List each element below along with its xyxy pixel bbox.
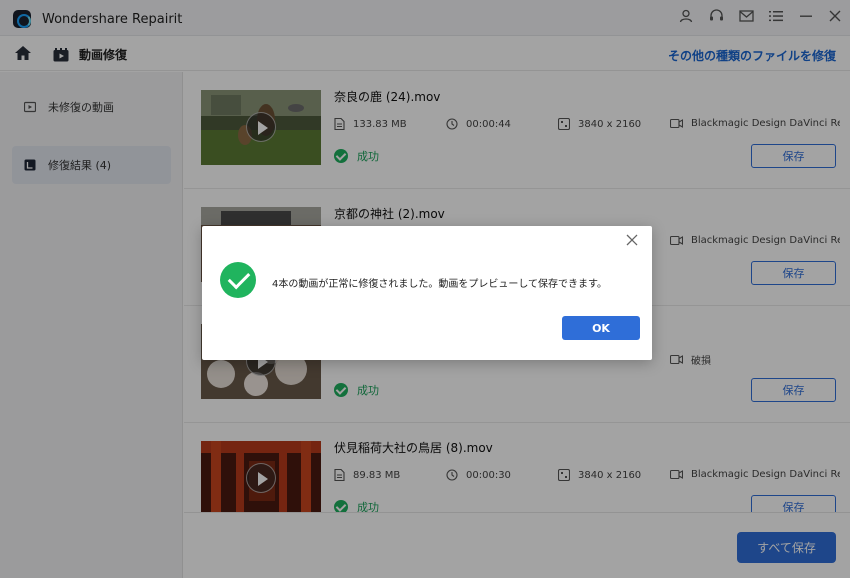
dialog-message: 4本の動画が正常に修復されました。動画をプレビューして保存できます。 [272, 279, 608, 290]
success-check-icon [220, 262, 256, 298]
close-icon[interactable] [626, 234, 642, 250]
ok-button[interactable]: OK [562, 316, 640, 340]
repair-complete-dialog: 4本の動画が正常に修復されました。動画をプレビューして保存できます。 OK [202, 226, 652, 360]
